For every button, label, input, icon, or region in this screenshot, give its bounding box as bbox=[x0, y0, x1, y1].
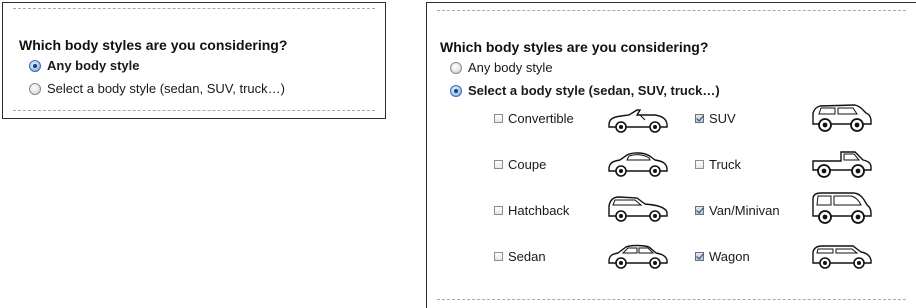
checkbox[interactable] bbox=[494, 114, 503, 123]
wagon-icon bbox=[812, 245, 872, 269]
radio-select-body-style[interactable]: Select a body style (sedan, SUV, truck…) bbox=[29, 81, 285, 96]
option-sedan[interactable]: Sedan bbox=[494, 249, 546, 264]
hatchback-icon bbox=[608, 196, 668, 222]
radio-unselected-icon[interactable] bbox=[29, 82, 41, 95]
option-label: Coupe bbox=[508, 157, 547, 172]
checkbox-checked[interactable] bbox=[695, 114, 704, 123]
radio-select-body-style[interactable]: Select a body style (sedan, SUV, truck…) bbox=[450, 83, 720, 98]
suv-icon bbox=[812, 104, 872, 132]
option-wagon[interactable]: Wagon bbox=[695, 249, 750, 264]
checkbox-checked[interactable] bbox=[695, 206, 704, 215]
option-label: SUV bbox=[709, 111, 736, 126]
checkbox[interactable] bbox=[494, 252, 503, 261]
checkbox[interactable] bbox=[494, 206, 503, 215]
option-label: Sedan bbox=[508, 249, 546, 264]
radio-unselected-icon[interactable] bbox=[450, 61, 462, 74]
checkbox[interactable] bbox=[695, 160, 704, 169]
option-convertible[interactable]: Convertible bbox=[494, 111, 574, 126]
question-heading: Which body styles are you considering? bbox=[19, 37, 288, 53]
convertible-icon bbox=[608, 109, 668, 133]
checkbox-checked[interactable] bbox=[695, 252, 704, 261]
option-label: Van/Minivan bbox=[709, 203, 780, 218]
radio-any-body-style[interactable]: Any body style bbox=[29, 58, 139, 73]
radio-label: Any body style bbox=[468, 60, 553, 75]
truck-icon bbox=[812, 151, 872, 178]
option-truck[interactable]: Truck bbox=[695, 157, 741, 172]
question-heading: Which body styles are you considering? bbox=[440, 39, 709, 55]
radio-label: Select a body style (sedan, SUV, truck…) bbox=[468, 83, 720, 98]
radio-selected-icon[interactable] bbox=[29, 59, 41, 72]
radio-any-body-style[interactable]: Any body style bbox=[450, 60, 553, 75]
top-divider bbox=[13, 8, 375, 9]
checkbox[interactable] bbox=[494, 160, 503, 169]
top-divider bbox=[437, 10, 906, 11]
option-label: Convertible bbox=[508, 111, 574, 126]
option-label: Wagon bbox=[709, 249, 750, 264]
coupe-icon bbox=[608, 152, 668, 177]
van-icon bbox=[812, 192, 872, 224]
option-coupe[interactable]: Coupe bbox=[494, 157, 546, 172]
option-suv[interactable]: SUV bbox=[695, 111, 736, 126]
sedan-icon bbox=[608, 244, 668, 269]
body-style-panel-collapsed: Which body styles are you considering? A… bbox=[2, 2, 386, 119]
bottom-divider bbox=[13, 110, 375, 111]
option-label: Truck bbox=[709, 157, 742, 172]
radio-label: Any body style bbox=[47, 58, 140, 73]
radio-label: Select a body style (sedan, SUV, truck…) bbox=[47, 81, 285, 96]
option-label: Hatchback bbox=[508, 203, 570, 218]
option-hatchback[interactable]: Hatchback bbox=[494, 203, 569, 218]
radio-selected-icon[interactable] bbox=[450, 84, 462, 97]
bottom-divider bbox=[437, 299, 906, 300]
option-van-minivan[interactable]: Van/Minivan bbox=[695, 203, 780, 218]
body-style-panel-expanded: Which body styles are you considering? A… bbox=[426, 2, 916, 308]
